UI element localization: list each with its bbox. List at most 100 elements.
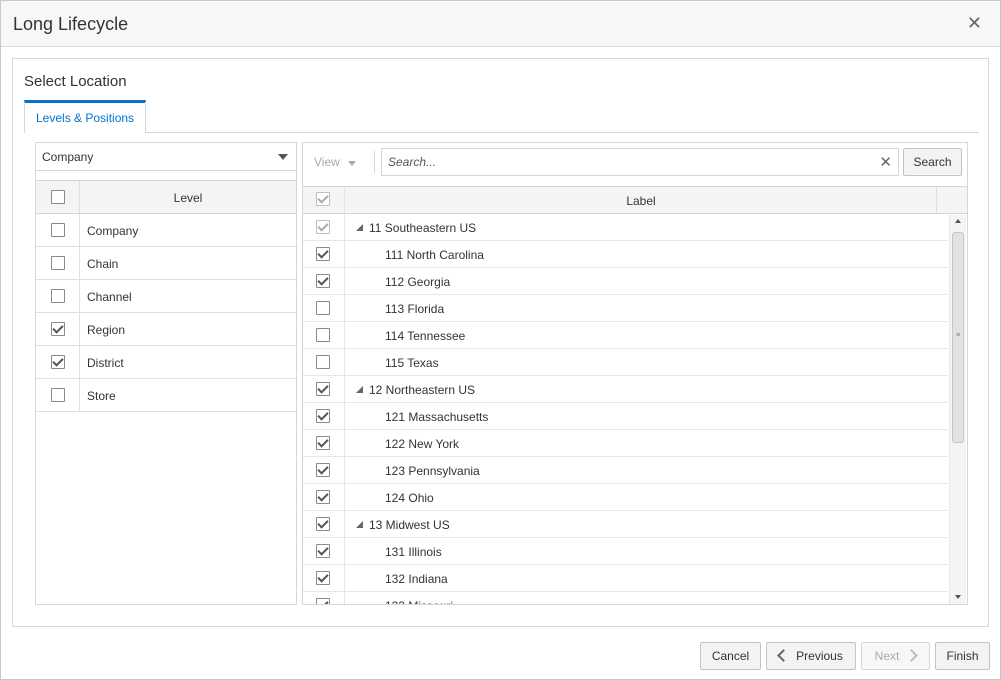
finish-button[interactable]: Finish xyxy=(935,642,990,670)
level-check-cell xyxy=(36,214,80,246)
close-icon[interactable]: ✕ xyxy=(967,13,982,34)
group-row[interactable]: 11 Southeastern US xyxy=(303,214,948,241)
next-button[interactable]: Next xyxy=(861,642,930,670)
position-checkbox[interactable] xyxy=(316,436,330,450)
position-checkbox[interactable] xyxy=(316,544,330,558)
positions-table-header: Label xyxy=(303,186,967,214)
position-checkbox[interactable] xyxy=(316,220,330,234)
clear-search-icon[interactable]: ✕ xyxy=(879,153,892,171)
scroll-up-icon[interactable] xyxy=(955,219,961,223)
level-check-cell xyxy=(36,280,80,312)
position-checkbox[interactable] xyxy=(316,382,330,396)
scroll-down-icon[interactable] xyxy=(955,595,961,599)
level-checkbox[interactable] xyxy=(51,388,65,402)
previous-label: Previous xyxy=(796,649,843,663)
level-check-cell xyxy=(36,346,80,378)
view-chevron-down-icon xyxy=(348,161,356,166)
level-checkbox[interactable] xyxy=(51,289,65,303)
scrollbar-thumb[interactable]: ≡ xyxy=(952,232,964,443)
level-row[interactable]: District xyxy=(36,346,296,379)
position-row[interactable]: 114 Tennessee xyxy=(303,322,948,349)
toolbar-separator xyxy=(374,151,375,173)
position-check-cell xyxy=(303,511,345,537)
header-divider xyxy=(936,187,937,213)
position-checkbox[interactable] xyxy=(316,409,330,423)
position-row[interactable]: 112 Georgia xyxy=(303,268,948,295)
level-column-header: Level xyxy=(173,191,203,205)
group-label: 13 Midwest US xyxy=(369,518,450,532)
position-checkbox[interactable] xyxy=(316,274,330,288)
hierarchy-select[interactable]: Company xyxy=(36,143,296,171)
group-label: 11 Southeastern US xyxy=(369,221,477,235)
expand-triangle-icon[interactable] xyxy=(356,224,363,231)
level-label: Channel xyxy=(87,290,132,304)
positions-table: Label 11 Southeastern US 111 North Caroli… xyxy=(303,186,967,604)
position-check-cell xyxy=(303,322,345,348)
position-row[interactable]: 122 New York xyxy=(303,430,948,457)
positions-table-body: 11 Southeastern US 111 North Carolina 112 … xyxy=(303,214,948,604)
select-all-positions-checkbox[interactable] xyxy=(316,192,330,206)
position-label: 124 Ohio xyxy=(385,491,434,505)
hierarchy-select-value: Company xyxy=(42,150,94,164)
position-row[interactable]: 123 Pennsylvania xyxy=(303,457,948,484)
position-check-cell xyxy=(303,565,345,591)
level-checkbox[interactable] xyxy=(51,322,65,336)
level-checkbox[interactable] xyxy=(51,223,65,237)
expand-triangle-icon[interactable] xyxy=(356,386,363,393)
header-check-cell xyxy=(36,181,80,213)
position-checkbox[interactable] xyxy=(316,328,330,342)
levels-table: Level Company Chain Channel Region District S… xyxy=(36,180,296,412)
position-row[interactable]: 113 Florida xyxy=(303,295,948,322)
position-label: 114 Tennessee xyxy=(385,329,466,343)
header-check-cell xyxy=(303,187,345,213)
level-row[interactable]: Chain xyxy=(36,247,296,280)
position-label: 131 Illinois xyxy=(385,545,442,559)
position-check-cell xyxy=(303,484,345,510)
position-checkbox[interactable] xyxy=(316,490,330,504)
previous-button[interactable]: Previous xyxy=(766,642,856,670)
search-button[interactable]: Search xyxy=(903,148,962,176)
dialog-titlebar: Long Lifecycle ✕ xyxy=(1,1,1000,47)
level-row[interactable]: Store xyxy=(36,379,296,412)
position-checkbox[interactable] xyxy=(316,571,330,585)
level-checkbox[interactable] xyxy=(51,256,65,270)
position-row[interactable]: 121 Massachusetts xyxy=(303,403,948,430)
position-check-cell xyxy=(303,349,345,375)
group-label: 12 Northeastern US xyxy=(369,383,476,397)
position-checkbox[interactable] xyxy=(316,247,330,261)
position-row[interactable]: 131 Illinois xyxy=(303,538,948,565)
long-lifecycle-dialog: Long Lifecycle ✕ Select Location Levels … xyxy=(0,0,1001,680)
tab-levels-positions[interactable]: Levels & Positions xyxy=(24,100,147,133)
position-checkbox[interactable] xyxy=(316,463,330,477)
level-row[interactable]: Channel xyxy=(36,280,296,313)
position-check-cell xyxy=(303,430,345,456)
view-menu-button[interactable]: View xyxy=(314,155,340,169)
grip-icon: ≡ xyxy=(956,332,961,339)
position-checkbox[interactable] xyxy=(316,598,330,604)
position-label: 133 Missouri xyxy=(385,599,453,604)
position-checkbox[interactable] xyxy=(316,355,330,369)
group-row[interactable]: 12 Northeastern US xyxy=(303,376,948,403)
position-row[interactable]: 133 Missouri xyxy=(303,592,948,604)
position-checkbox[interactable] xyxy=(316,517,330,531)
position-label: 123 Pennsylvania xyxy=(385,464,480,478)
level-row[interactable]: Region xyxy=(36,313,296,346)
select-all-levels-checkbox[interactable] xyxy=(51,190,65,204)
search-input[interactable] xyxy=(382,149,862,175)
position-check-cell xyxy=(303,538,345,564)
cancel-button[interactable]: Cancel xyxy=(700,642,761,670)
position-row[interactable]: 115 Texas xyxy=(303,349,948,376)
position-row[interactable]: 124 Ohio xyxy=(303,484,948,511)
level-label: District xyxy=(87,356,124,370)
expand-triangle-icon[interactable] xyxy=(356,521,363,528)
position-row[interactable]: 132 Indiana xyxy=(303,565,948,592)
position-check-cell xyxy=(303,457,345,483)
level-checkbox[interactable] xyxy=(51,355,65,369)
level-row[interactable]: Company xyxy=(36,214,296,247)
group-row[interactable]: 13 Midwest US xyxy=(303,511,948,538)
position-row[interactable]: 111 North Carolina xyxy=(303,241,948,268)
positions-toolbar: View ✕ Search xyxy=(303,143,967,186)
level-check-cell xyxy=(36,313,80,345)
position-checkbox[interactable] xyxy=(316,301,330,315)
vertical-scrollbar[interactable]: ≡ xyxy=(949,215,966,604)
